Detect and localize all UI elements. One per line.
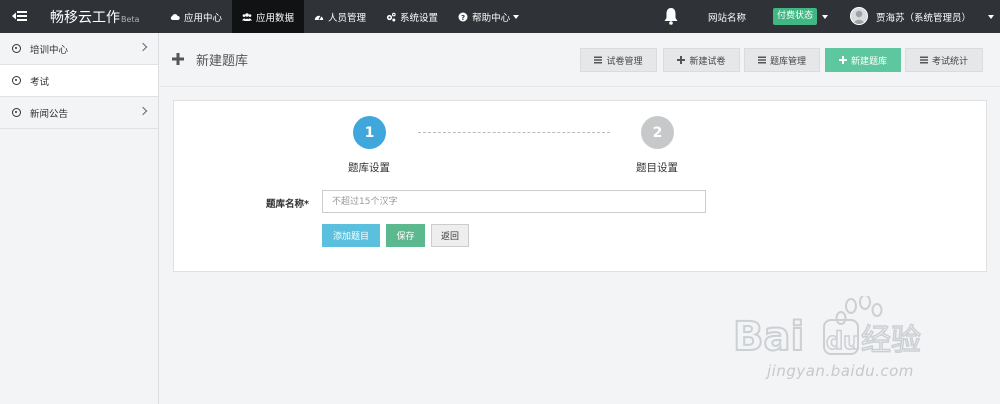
sidebar-item-label: 培训中心 [30,44,69,56]
top-navbar: 畅移云工作Beta 应用中心 应用数据 人员管理 系统设置 ? 帮助中心 网站名… [0,0,1000,33]
bell-icon[interactable] [663,7,679,25]
cloud-icon [170,12,180,22]
nav-item-label: 应用数据 [256,12,295,24]
brand-beta-tag: Beta [121,15,140,24]
main-nav: 应用中心 应用数据 人员管理 系统设置 ? 帮助中心 [160,0,529,33]
exam-paper-manage-button[interactable]: 试卷管理 [580,48,657,72]
chevron-down-icon[interactable] [822,15,828,19]
svg-text:经验: 经验 [861,323,921,358]
menu-toggle-icon[interactable] [11,9,27,23]
new-question-bank-button[interactable]: 新建题库 [825,48,901,72]
question-bank-form-card: 1 2 题库设置 题目设置 题库名称* 添加题目 保存 返回 [173,100,987,272]
site-name-link[interactable]: 网站名称 [708,10,746,24]
question-bank-manage-button[interactable]: 题库管理 [744,48,820,72]
save-button[interactable]: 保存 [386,224,425,247]
avatar[interactable] [850,7,868,25]
nav-item-help-center[interactable]: ? 帮助中心 [448,0,529,33]
add-question-button[interactable]: 添加题目 [322,224,380,247]
step-1-indicator: 1 [353,116,386,149]
nav-item-personnel[interactable]: 人员管理 [304,0,376,33]
circle-dot-icon [12,44,21,53]
baidu-jingyan-watermark-logo: Bai du 经验 [732,294,963,396]
brand-logo[interactable]: 畅移云工作Beta [50,7,139,27]
cogs-icon [386,12,396,22]
toolbar-button-label: 试卷管理 [606,56,643,67]
sidebar: 培训中心 考试 新闻公告 [0,33,159,404]
watermark-url: jingyan.baidu.com [767,362,914,380]
sidebar-item-training-center[interactable]: 培训中心 [0,33,158,65]
svg-text:Bai: Bai [733,314,804,360]
svg-text:du: du [826,327,860,355]
toolbar-button-label: 题库管理 [769,56,806,67]
sidebar-item-news[interactable]: 新闻公告 [0,97,158,129]
user-menu[interactable]: 贾海苏（系统管理员） [876,10,971,24]
plus-icon [677,56,686,64]
nav-item-label: 帮助中心 [472,12,511,24]
toolbar-button-label: 新建试卷 [689,56,726,67]
nav-item-system-settings[interactable]: 系统设置 [376,0,448,33]
page-header: 新建题库 试卷管理 新建试卷 题库管理 新建题库 考试统计 [160,33,1000,87]
pay-status-badge[interactable]: 付费状态 [773,8,818,25]
list-icon [594,56,603,64]
chevron-down-icon[interactable] [988,15,994,19]
new-exam-paper-button[interactable]: 新建试卷 [663,48,740,72]
svg-text:?: ? [461,14,465,22]
plus-icon [838,56,847,64]
nav-item-label: 系统设置 [400,12,439,24]
question-icon: ? [458,12,468,22]
nav-item-label: 应用中心 [184,12,223,24]
sidebar-item-label: 考试 [30,76,50,88]
sidebar-item-exam[interactable]: 考试 [0,65,158,97]
step-2-label: 题目设置 [636,162,678,174]
question-bank-name-input[interactable] [322,190,706,213]
brand-name: 畅移云工作 [50,10,120,26]
plus-icon [172,53,184,65]
back-button[interactable]: 返回 [431,224,469,247]
users-icon [242,12,253,22]
list-icon [919,56,928,64]
circle-dot-icon [12,108,21,117]
sidebar-item-label: 新闻公告 [30,108,69,120]
circle-dot-icon [12,76,21,85]
toolbar-button-label: 考试统计 [931,56,968,67]
toolbar-button-label: 新建题库 [850,56,887,67]
chevron-right-icon [138,42,148,52]
nav-item-app-center[interactable]: 应用中心 [160,0,232,33]
nav-item-app-data[interactable]: 应用数据 [232,0,305,33]
chevron-right-icon [138,106,148,116]
question-bank-name-label: 题库名称* [266,199,309,210]
nav-item-label: 人员管理 [328,12,367,24]
step-1-label: 题库设置 [348,162,390,174]
gauge-icon [314,12,324,22]
step-2-indicator: 2 [641,116,674,149]
chevron-down-icon [513,14,520,19]
page-title: 新建题库 [196,54,249,69]
exam-statistics-button[interactable]: 考试统计 [905,48,983,72]
list-icon [757,56,766,64]
step-connector [418,132,610,133]
